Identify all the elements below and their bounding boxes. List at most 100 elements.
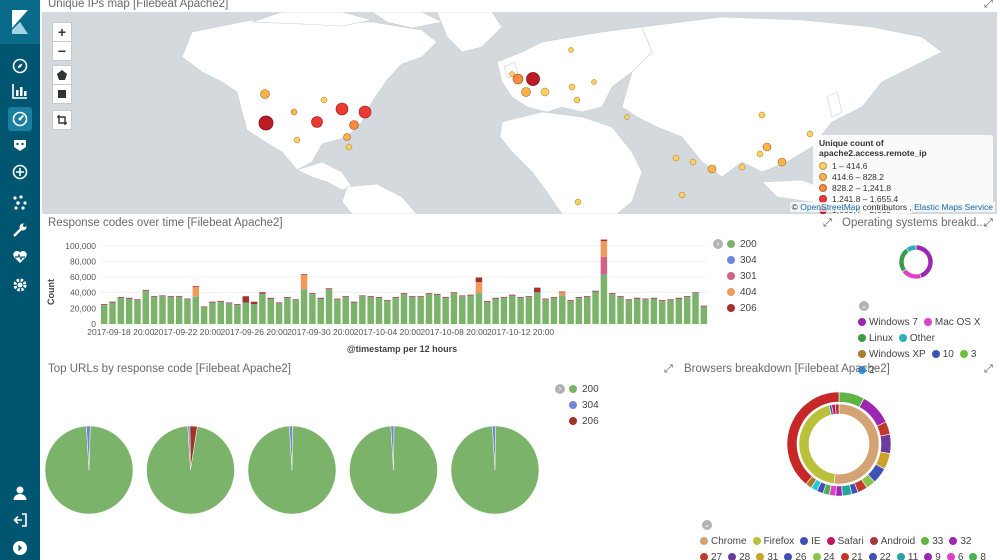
browser-legend-item[interactable]: 9	[924, 549, 941, 560]
bar-segment-200[interactable]	[542, 299, 549, 324]
browser-legend-item[interactable]: 27	[700, 549, 722, 560]
bar-segment-304[interactable]	[600, 273, 608, 275]
bar-segment-206[interactable]	[342, 296, 349, 298]
bar-segment-404[interactable]	[558, 292, 566, 296]
bar-segment-200[interactable]	[509, 295, 516, 324]
bar-segment-206[interactable]	[625, 299, 633, 301]
bar-segment-200[interactable]	[534, 292, 541, 324]
bar-segment-206[interactable]	[417, 296, 424, 298]
bar-segment-206[interactable]	[692, 292, 699, 294]
draw-polygon-button[interactable]	[52, 65, 72, 85]
legend-toggle-icon[interactable]: ›	[713, 239, 723, 249]
browser-legend-item[interactable]: Android	[869, 533, 915, 549]
bar-segment-206[interactable]	[242, 296, 250, 303]
bar-segment-206[interactable]	[683, 296, 691, 298]
browser-slice[interactable]	[834, 403, 840, 415]
bar-segment-200[interactable]	[117, 298, 125, 324]
bar-segment-200[interactable]	[192, 296, 200, 324]
bar-segment-206[interactable]	[100, 304, 108, 305]
urls-legend-item-206[interactable]: 206	[582, 416, 599, 427]
bar-segment-200[interactable]	[700, 306, 708, 324]
bar-segment-206[interactable]	[375, 297, 383, 298]
bar-segment-200[interactable]	[459, 296, 466, 324]
bar-segment-200[interactable]	[392, 298, 399, 324]
top-urls-pies[interactable]	[42, 420, 562, 520]
visualize-icon[interactable]	[8, 79, 32, 103]
bar-segment-206[interactable]	[184, 298, 191, 300]
bar-segment-200[interactable]	[159, 296, 166, 324]
bar-segment-206[interactable]	[125, 297, 133, 299]
user-icon[interactable]	[8, 481, 32, 505]
bar-segment-200[interactable]	[242, 302, 250, 324]
bar-segment-206[interactable]	[575, 297, 583, 298]
bar-segment-200[interactable]	[517, 298, 524, 324]
bar-segment-200[interactable]	[125, 298, 133, 324]
legend-item-301[interactable]: 301	[740, 271, 757, 282]
browser-legend-item[interactable]: IE	[800, 533, 821, 549]
legend-item-206[interactable]: 206	[740, 303, 757, 314]
bar-segment-404[interactable]	[475, 282, 483, 294]
bar-segment-200[interactable]	[484, 302, 491, 324]
bar-segment-200[interactable]	[600, 274, 608, 324]
bar-segment-200[interactable]	[425, 294, 433, 324]
bar-segment-206[interactable]	[350, 301, 358, 303]
browser-legend-item[interactable]: 8	[969, 549, 986, 560]
bar-segment-206[interactable]	[217, 300, 225, 302]
bar-segment-200[interactable]	[683, 297, 691, 324]
bar-segment-206[interactable]	[400, 293, 408, 294]
bar-segment-206[interactable]	[359, 295, 366, 297]
bar-segment-200[interactable]	[250, 304, 258, 324]
apm-icon[interactable]	[8, 160, 32, 184]
bar-segment-206[interactable]	[159, 295, 166, 297]
bar-segment-200[interactable]	[650, 298, 658, 324]
bar-segment-206[interactable]	[650, 297, 658, 299]
bar-segment-200[interactable]	[492, 298, 499, 324]
bar-segment-206[interactable]	[267, 297, 274, 299]
bar-segment-206[interactable]	[384, 300, 391, 301]
bar-segment-200[interactable]	[384, 301, 391, 324]
bar-segment-200[interactable]	[667, 300, 674, 324]
bar-segment-206[interactable]	[567, 300, 574, 301]
monitoring-icon[interactable]	[8, 245, 32, 269]
bar-segment-200[interactable]	[500, 298, 508, 324]
bar-segment-206[interactable]	[658, 300, 666, 301]
bar-segment-206[interactable]	[617, 296, 624, 298]
bar-segment-200[interactable]	[350, 302, 358, 324]
browser-legend-item[interactable]: 22	[868, 549, 891, 560]
bar-segment-206[interactable]	[250, 301, 258, 305]
bar-segment-200[interactable]	[175, 297, 183, 324]
bar-segment-206[interactable]	[292, 299, 299, 301]
bar-segment-206[interactable]	[450, 292, 458, 294]
bar-segment-200[interactable]	[675, 298, 683, 324]
bar-segment-200[interactable]	[109, 302, 116, 324]
bar-segment-206[interactable]	[200, 306, 208, 308]
elastic-maps-link[interactable]: Elastic Maps Service	[914, 202, 993, 212]
bar-segment-404[interactable]	[600, 241, 608, 257]
bar-segment-206[interactable]	[317, 297, 324, 299]
bar-segment-200[interactable]	[550, 298, 558, 324]
urls-legend-item-200[interactable]: 200	[582, 384, 599, 395]
bar-segment-206[interactable]	[484, 300, 491, 302]
response-expand-icon[interactable]: ⤢	[823, 217, 832, 230]
bar-segment-206[interactable]	[500, 297, 508, 298]
browser-legend-item[interactable]: 21	[840, 549, 863, 560]
os-legend-toggle-icon[interactable]: ⌄	[859, 301, 869, 311]
zoom-in-button[interactable]: +	[52, 22, 72, 42]
bar-segment-200[interactable]	[325, 289, 333, 324]
bar-segment-200[interactable]	[234, 305, 241, 324]
bar-segment-206[interactable]	[633, 297, 641, 299]
bar-segment-200[interactable]	[209, 302, 216, 324]
bar-segment-206[interactable]	[409, 296, 416, 298]
os-legend-item[interactable]: Windows XP	[858, 346, 926, 362]
bar-segment-200[interactable]	[375, 298, 383, 324]
os-expand-icon[interactable]: ⤢	[984, 217, 993, 230]
bar-segment-200[interactable]	[134, 300, 141, 324]
os-legend-item[interactable]: 3	[959, 346, 976, 362]
bar-segment-206[interactable]	[367, 296, 374, 298]
map-expand-icon[interactable]: ⤢	[984, 0, 993, 11]
bar-segment-200[interactable]	[417, 297, 424, 324]
bar-segment-206[interactable]	[667, 299, 674, 301]
browser-legend-item[interactable]: Safari	[826, 533, 864, 549]
bar-segment-200[interactable]	[633, 298, 641, 324]
bar-segment-206[interactable]	[167, 296, 175, 298]
